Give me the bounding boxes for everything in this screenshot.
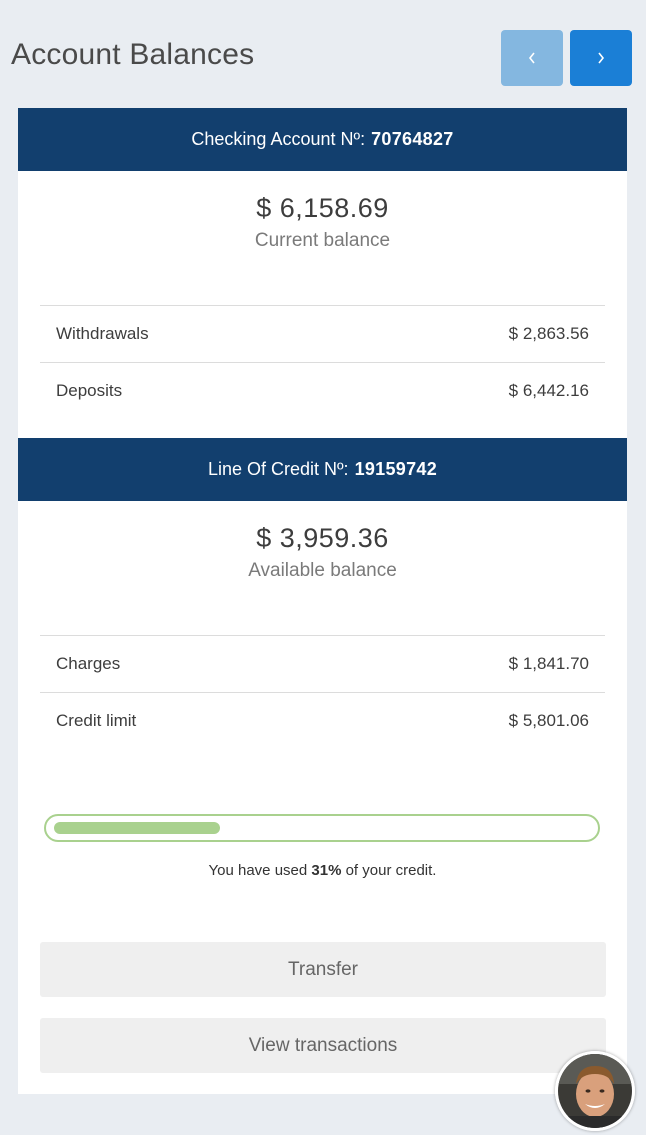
usage-suffix: of your credit. [345, 862, 437, 879]
withdrawals-label: Withdrawals [56, 324, 149, 343]
chevron-right-icon [598, 52, 605, 64]
chevron-left-icon [528, 52, 535, 64]
checking-account-header: Checking Account Nº: 70764827 [18, 108, 627, 171]
previous-button[interactable] [501, 30, 563, 86]
checking-account-number: 70764827 [371, 129, 454, 149]
usage-percent: 31% [311, 862, 342, 879]
available-balance-amount: $ 3,959.36 [256, 523, 389, 553]
credit-usage-progress-bar [44, 814, 600, 842]
deposits-row: Deposits $ 6,442.16 [40, 362, 605, 419]
avatar-photo-icon [558, 1054, 632, 1128]
deposits-value: $ 6,442.16 [508, 381, 589, 400]
next-button[interactable] [570, 30, 632, 86]
avatar[interactable] [555, 1051, 635, 1131]
line-of-credit-label: Line Of Credit Nº: [207, 459, 349, 479]
credit-usage-text: You have used 31% of your credit. [18, 862, 627, 879]
available-balance-label: Available balance [248, 560, 397, 581]
withdrawals-row: Withdrawals $ 2,863.56 [40, 305, 605, 362]
charges-label: Charges [56, 654, 121, 673]
line-of-credit-number: 19159742 [354, 459, 438, 479]
checking-details: Withdrawals $ 2,863.56 Deposits $ 6,442.… [40, 305, 605, 419]
page-title: Account Balances [11, 38, 255, 71]
page-header: Account Balances [0, 0, 646, 108]
view-transactions-button[interactable]: View transactions [40, 1018, 606, 1073]
withdrawals-value: $ 2,863.56 [508, 324, 589, 343]
charges-row: Charges $ 1,841.70 [40, 635, 605, 692]
credit-limit-value: $ 5,801.06 [508, 711, 589, 730]
credit-details: Charges $ 1,841.70 Credit limit $ 5,801.… [40, 635, 605, 749]
line-of-credit-header: Line Of Credit Nº: 19159742 [18, 438, 627, 501]
deposits-label: Deposits [56, 381, 123, 400]
usage-prefix: You have used [208, 862, 308, 879]
balances-card: Checking Account Nº: 70764827 $ 6,158.69… [18, 108, 627, 1094]
checking-account-label: Checking Account Nº: [191, 129, 366, 149]
credit-limit-row: Credit limit $ 5,801.06 [40, 692, 605, 749]
charges-value: $ 1,841.70 [508, 654, 589, 673]
transfer-button[interactable]: Transfer [40, 942, 606, 997]
credit-limit-label: Credit limit [56, 711, 137, 730]
credit-usage-progress-fill [54, 822, 220, 834]
current-balance-label: Current balance [254, 230, 391, 251]
current-balance-amount: $ 6,158.69 [256, 193, 389, 223]
